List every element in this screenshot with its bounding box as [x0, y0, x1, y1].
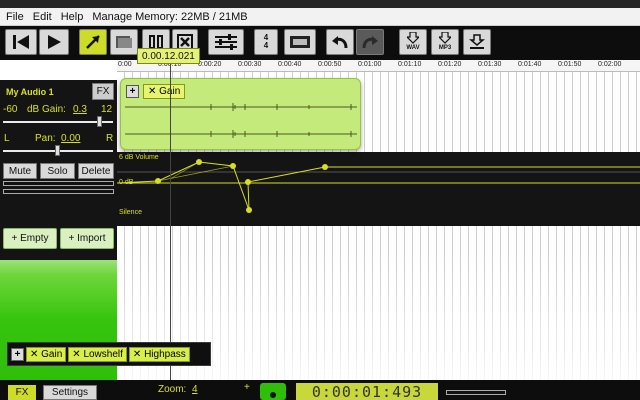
undo-button[interactable] [326, 29, 354, 55]
redo-icon [362, 36, 378, 49]
bottom-bar: FX Settings Zoom: 4 + 0:00:01:493 [0, 380, 640, 400]
track-fx-button[interactable]: FX [92, 83, 114, 100]
ruler-label: 0:00:50 [318, 61, 342, 68]
pan-right-label: R [106, 133, 114, 144]
automation-point[interactable] [196, 159, 202, 165]
playhead[interactable] [170, 60, 171, 380]
download-icon [407, 32, 419, 44]
redo-button[interactable] [356, 29, 384, 55]
download-icon [469, 34, 485, 49]
ruler-label: 0:00:40 [278, 61, 302, 68]
track-panel: My Audio 1 FX -60 dB Gain: 0.3 12 L Pan:… [0, 60, 117, 380]
pan-left-label: L [4, 133, 10, 144]
record-button[interactable] [284, 29, 316, 55]
time-display: 0:00:01:493 [296, 383, 438, 400]
menu-edit[interactable]: Edit [33, 11, 52, 23]
automation-point[interactable] [246, 207, 252, 213]
delete-track-button[interactable]: Delete [78, 163, 114, 179]
gain-max-label: 12 [101, 104, 113, 115]
automation-point[interactable] [155, 178, 161, 184]
playhead-time-tooltip: 0.00.12.021 [137, 48, 200, 64]
ruler-label: 0:02:00 [598, 61, 622, 68]
automation-envelope[interactable] [117, 152, 640, 226]
export-wav-label: WAV [406, 45, 420, 51]
play-button[interactable] [39, 29, 69, 55]
mixer-button[interactable] [208, 29, 244, 55]
ruler-label: 0:01:20 [438, 61, 462, 68]
record-dot-icon [270, 392, 276, 398]
ruler-label: 0:01:10 [398, 61, 422, 68]
cursor-arrow-icon [86, 35, 100, 49]
import-track-button[interactable]: + Import [60, 228, 114, 249]
toolbar: 4 4 WAV MP3 [0, 26, 640, 60]
master-fx-button[interactable]: FX [8, 385, 36, 400]
clip-waveform [125, 103, 357, 138]
download-button[interactable] [463, 29, 491, 55]
track-effect-gain[interactable]: ✕ Gain [26, 346, 67, 362]
pan-slider-knob[interactable] [55, 145, 60, 156]
split-clip-icon [116, 36, 132, 48]
track-name[interactable]: My Audio 1 [6, 87, 54, 97]
ruler-label: 0:01:00 [358, 61, 382, 68]
ruler-label: 0:01:40 [518, 61, 542, 68]
menu-help[interactable]: Help [61, 11, 84, 23]
mixer-sliders-icon [215, 34, 237, 50]
time-signature-button[interactable]: 4 4 [254, 29, 278, 55]
gain-min-label: -60 [3, 104, 18, 115]
menu-file[interactable]: File [6, 11, 24, 23]
skip-back-button[interactable] [5, 29, 37, 55]
film-reel-icon [290, 36, 310, 48]
export-mp3-label: MP3 [438, 45, 452, 51]
track-effect-highpass[interactable]: ✕ Highpass [128, 346, 190, 362]
audio-clip[interactable]: + ✕ Gain [120, 78, 361, 150]
timeline[interactable]: 0:000:00:100:00:200:00:300:00:400:00:500… [117, 60, 640, 380]
record-toggle-button[interactable] [260, 383, 286, 400]
ruler-label: 0:01:30 [478, 61, 502, 68]
ruler-label: 0:00 [118, 61, 132, 68]
window-top-strip [0, 0, 640, 8]
level-meter-left [3, 181, 114, 186]
add-empty-track-button[interactable]: + Empty [3, 228, 57, 249]
mute-button[interactable]: Mute [3, 163, 37, 179]
settings-button[interactable]: Settings [43, 385, 97, 400]
split-clip-button[interactable] [110, 29, 138, 55]
zoom-label: Zoom: [158, 384, 187, 395]
automation-point[interactable] [245, 179, 251, 185]
time-signature-bottom: 4 [263, 41, 269, 50]
zoom-in-button[interactable]: + [244, 382, 250, 393]
pan-value[interactable]: 0.00 [61, 133, 80, 144]
select-tool-button[interactable] [79, 29, 107, 55]
menu-manage-memory[interactable]: Manage Memory: 22MB / 21MB [92, 11, 247, 23]
export-mp3-button[interactable]: MP3 [431, 29, 459, 55]
skip-back-icon [13, 35, 29, 49]
output-meter [446, 390, 506, 395]
undo-icon [332, 36, 348, 49]
level-meter-right [3, 189, 114, 194]
automation-point[interactable] [230, 163, 236, 169]
automation-point[interactable] [322, 164, 328, 170]
ruler-label: 0:01:50 [558, 61, 582, 68]
add-track-effect-button[interactable]: + [11, 347, 24, 361]
automation-lane[interactable]: 6 dB Volume 0 dB Silence [117, 152, 640, 226]
export-wav-button[interactable]: WAV [399, 29, 427, 55]
gain-label: dB Gain: [27, 104, 66, 115]
ruler-label: 0:00:30 [238, 61, 262, 68]
track-effects-chain: + ✕ Gain ✕ Lowshelf ✕ Highpass [7, 342, 211, 366]
track-effect-lowshelf[interactable]: ✕ Lowshelf [68, 346, 127, 362]
play-icon [48, 35, 61, 49]
pan-label: Pan: [35, 133, 56, 144]
menu-bar: File Edit Help Manage Memory: 22MB / 21M… [0, 8, 640, 26]
ruler-label: 0:00:20 [198, 61, 222, 68]
gain-slider-knob[interactable] [96, 116, 102, 127]
solo-button[interactable]: Solo [40, 163, 75, 179]
download-icon [439, 32, 451, 44]
gain-value[interactable]: 0.3 [73, 104, 87, 115]
zoom-value[interactable]: 4 [192, 384, 198, 395]
